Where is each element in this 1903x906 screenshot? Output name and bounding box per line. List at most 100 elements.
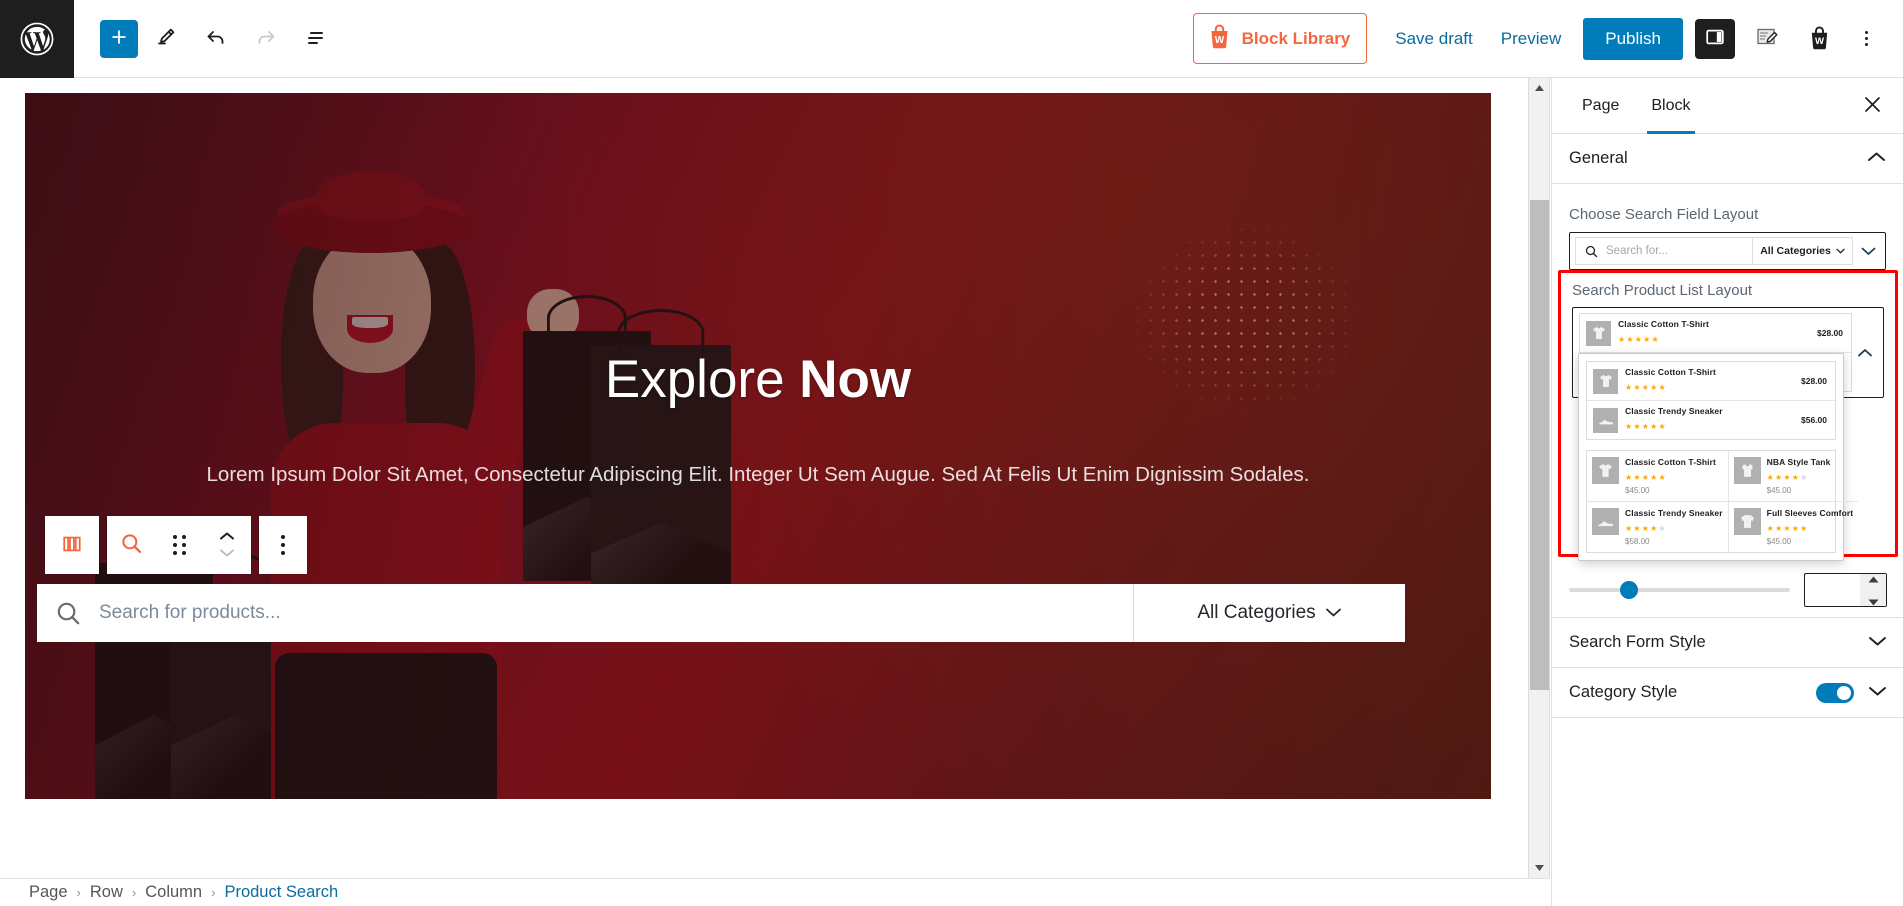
block-options-group [259, 516, 307, 574]
product-name: NBA Style Tank [1766, 457, 1831, 467]
close-x-icon [1863, 95, 1882, 117]
search-field-preview-category-label: All Categories [1760, 245, 1831, 257]
block-controls-group [107, 516, 251, 574]
search-input[interactable] [99, 584, 1133, 642]
sweater-icon [1733, 508, 1761, 535]
kebab-menu-icon [281, 535, 285, 555]
chevron-down-icon [1868, 634, 1887, 652]
search-form-style-label: Search Form Style [1569, 633, 1706, 651]
hero-cover-block[interactable]: Explore Now Lorem Ipsum Dolor Sit Amet, … [25, 93, 1491, 799]
tshirt-icon [1586, 320, 1611, 346]
redo-button[interactable] [244, 17, 288, 61]
general-panel-header[interactable]: General [1552, 134, 1903, 184]
breadcrumb-item-page[interactable]: Page [29, 883, 68, 902]
hero-overlay [25, 93, 1491, 799]
product-price: $45.00 [1766, 486, 1792, 495]
breadcrumb-separator-icon: › [211, 885, 216, 900]
chevron-up-icon [1852, 348, 1878, 358]
category-style-panel[interactable]: Category Style [1552, 667, 1903, 717]
shopping-bag-button[interactable]: W [1799, 19, 1839, 59]
add-block-button[interactable] [100, 19, 138, 58]
search-magnifier-icon [37, 599, 99, 628]
product-name: Classic Trendy Sneaker [1625, 406, 1723, 416]
close-sidebar-button[interactable] [1855, 89, 1889, 123]
kebab-menu-icon [1864, 31, 1868, 46]
wordpress-logo-button[interactable] [0, 0, 74, 78]
redo-arrow-icon [254, 25, 278, 52]
search-field-preview-category: All Categories [1752, 238, 1852, 264]
scrollbar-thumb[interactable] [1530, 200, 1549, 690]
top-bar-left-tools [74, 17, 338, 61]
hero-heading-bold: Now [799, 350, 912, 409]
product-price: $28.00 [1817, 328, 1843, 338]
search-field-layout-select[interactable]: Search for... All Categories [1569, 232, 1886, 270]
product-search-icon [119, 531, 144, 559]
category-style-toggle[interactable] [1816, 682, 1854, 703]
pencil-icon [154, 25, 178, 52]
editor-canvas: Explore Now Lorem Ipsum Dolor Sit Amet, … [0, 78, 1528, 878]
sidebar-panel-icon [1704, 26, 1726, 51]
list-item: Classic Cotton T-Shirt ★★★★★ $28.00 [1580, 314, 1851, 353]
save-draft-button[interactable]: Save draft [1381, 21, 1487, 57]
svg-text:W: W [1214, 35, 1224, 46]
layout-size-control [1569, 573, 1887, 607]
spinner-down-icon[interactable] [1868, 593, 1879, 611]
layout-options-dropdown: Classic Cotton T-Shirt ★★★★★ $28.00 Clas… [1578, 353, 1859, 561]
undo-button[interactable] [194, 17, 238, 61]
list-item: Classic Cotton T-Shirt ★★★★★ $28.00 [1587, 362, 1835, 401]
hero-subtitle[interactable]: Lorem Ipsum Dolor Sit Amet, Consectetur … [25, 463, 1491, 487]
drag-handle-button[interactable] [155, 516, 203, 574]
breadcrumb-item-product-search[interactable]: Product Search [224, 883, 338, 902]
document-overview-button[interactable] [294, 17, 338, 61]
search-field-preview-placeholder: Search for... [1606, 245, 1669, 257]
product-rating: ★★★★★ [1618, 335, 1660, 344]
search-magnifier-icon [1576, 244, 1606, 259]
scroll-down-button[interactable] [1529, 858, 1550, 878]
edit-document-button[interactable] [1747, 19, 1787, 59]
edit-tool-button[interactable] [144, 17, 188, 61]
settings-sidebar-button[interactable] [1695, 18, 1735, 59]
range-slider-handle[interactable] [1619, 581, 1638, 599]
layout-option-list[interactable]: Classic Cotton T-Shirt ★★★★★ $28.00 Clas… [1586, 361, 1836, 440]
number-input-field[interactable] [1805, 582, 1860, 598]
select-parent-columns-button[interactable] [45, 516, 99, 574]
breadcrumb-item-column[interactable]: Column [145, 883, 202, 902]
chevron-up-icon [219, 529, 235, 544]
category-dropdown[interactable]: All Categories [1133, 584, 1405, 642]
wordpress-logo-icon [20, 22, 54, 56]
layout-option-grid[interactable]: Classic Cotton T-Shirt ★★★★★ $45.00 NBA … [1586, 450, 1859, 553]
columns-block-icon [61, 533, 83, 558]
canvas-scrollbar[interactable] [1528, 78, 1550, 878]
hero-heading[interactable]: Explore Now [25, 350, 1491, 409]
product-price: $58.00 [1625, 537, 1650, 546]
scroll-up-button[interactable] [1529, 78, 1550, 98]
range-slider[interactable] [1569, 581, 1790, 599]
general-panel-body: Choose Search Field Layout Search for...… [1552, 206, 1903, 270]
grid-item: Classic Cotton T-Shirt ★★★★★ $45.00 [1587, 451, 1729, 502]
number-spinner[interactable] [1860, 574, 1886, 606]
product-search-block[interactable]: All Categories [37, 584, 1405, 642]
move-block-buttons[interactable] [203, 516, 251, 574]
breadcrumb-item-row[interactable]: Row [90, 883, 123, 902]
category-dropdown-label: All Categories [1197, 602, 1316, 623]
document-pencil-icon [1755, 25, 1779, 52]
more-options-button[interactable] [1849, 17, 1883, 61]
block-type-button[interactable] [107, 516, 155, 574]
product-name: Full Sleeves Comfort [1766, 508, 1854, 518]
spinner-up-icon[interactable] [1868, 570, 1879, 588]
tab-block[interactable]: Block [1635, 78, 1706, 134]
publish-button[interactable]: Publish [1583, 17, 1683, 60]
svg-text:W: W [1814, 36, 1824, 47]
grid-item: Classic Trendy Sneaker ★★★★★ $58.00 [1587, 502, 1729, 552]
number-input[interactable] [1804, 573, 1887, 607]
product-name: Classic Cotton T-Shirt [1618, 319, 1709, 329]
undo-arrow-icon [204, 25, 228, 52]
hero-heading-plain: Explore [604, 350, 800, 409]
tab-page[interactable]: Page [1566, 78, 1635, 134]
search-form-style-panel[interactable]: Search Form Style [1552, 617, 1903, 667]
preview-button[interactable]: Preview [1487, 21, 1575, 57]
plus-icon [109, 27, 129, 50]
search-field-layout-preview: Search for... All Categories [1575, 237, 1853, 265]
block-options-button[interactable] [259, 516, 307, 574]
block-library-button[interactable]: W Block Library [1192, 13, 1368, 64]
